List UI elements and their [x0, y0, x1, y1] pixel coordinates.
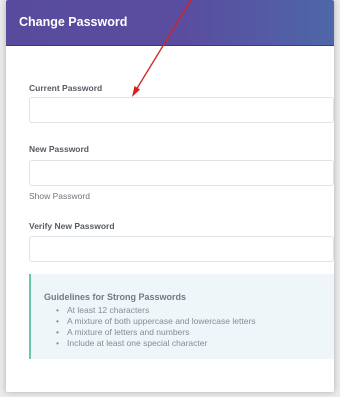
new-password-label: New Password [29, 144, 89, 154]
guideline-item: A mixture of both uppercase and lowercas… [56, 316, 256, 327]
current-password-label: Current Password [29, 83, 103, 93]
show-password-toggle[interactable]: Show Password [29, 191, 90, 201]
password-guidelines-box: Guidelines for Strong Passwords At least… [29, 274, 334, 359]
change-password-card: Change Password Current Password New Pas… [6, 0, 334, 392]
guideline-item: At least 12 characters [56, 305, 256, 316]
guideline-item: A mixture of letters and numbers [56, 327, 256, 338]
verify-password-input[interactable] [29, 236, 334, 262]
page-title: Change Password [19, 15, 128, 29]
guidelines-list: At least 12 characters A mixture of both… [56, 305, 256, 349]
guideline-item: Include at least one special character [56, 338, 256, 349]
card-header: Change Password [6, 0, 334, 46]
current-password-input[interactable] [29, 97, 334, 123]
guidelines-title: Guidelines for Strong Passwords [44, 292, 187, 302]
verify-password-label: Verify New Password [29, 221, 115, 231]
change-password-form: Current Password New Password Show Passw… [6, 46, 334, 392]
new-password-input[interactable] [29, 160, 334, 186]
